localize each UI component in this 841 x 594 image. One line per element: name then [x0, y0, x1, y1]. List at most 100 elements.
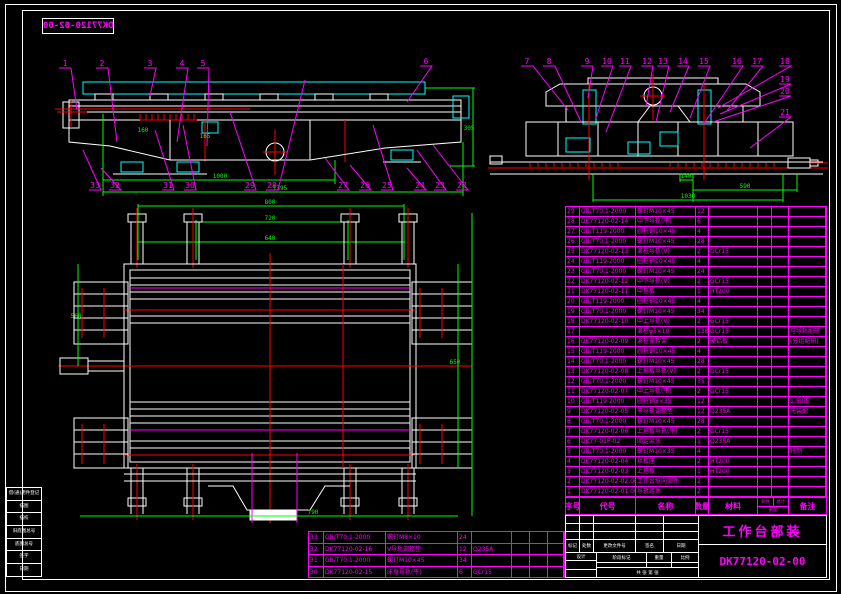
- dim-label: 640: [265, 235, 276, 242]
- balloon-9: 9: [585, 57, 590, 66]
- revision-row: [566, 516, 698, 524]
- balloon-20: 20: [780, 87, 790, 96]
- title-block-stage: 阶段标记 重量 比例 共 张 第 张: [597, 553, 698, 577]
- table-row: 28 DK77120-02-14 中下导轨(平) 6: [566, 217, 826, 227]
- table-row: 16 DK77120-02-09 滚柱保持架 2 硬铝板 (分组配研): [566, 337, 826, 347]
- balloon-leader: [669, 65, 690, 113]
- dim-label: 140: [681, 173, 692, 180]
- side-balloons-top: 7 8 9 10 11 12 13 14 15 16 17: [521, 57, 765, 133]
- bom-extra-table: 33 GB/T70.1-2000 螺钉M8×10 24 32 DK77120-02-16 V…: [308, 531, 565, 578]
- bom-header-total: 总计: [776, 499, 786, 505]
- balloon-32: 32: [110, 181, 120, 190]
- sheet-count: 共 张 第 张: [636, 570, 659, 576]
- label-change-doc: 更改文件号: [594, 540, 636, 552]
- table-row: 9 DK77120-02-05 平导轨调整垫 12 Q235A 先装配: [566, 407, 826, 417]
- balloon-4: 4: [180, 59, 185, 68]
- table-row: 签字: [7, 551, 41, 565]
- balloon-leader: [702, 65, 744, 126]
- balloon-leader: [595, 65, 614, 119]
- bom-header-row: 序号 代号 名称 数量 材料 单件 总计 重量 备注: [565, 497, 827, 515]
- table-row: 旧底图总号: [7, 526, 41, 539]
- bom-header-qty: 数量: [696, 498, 709, 514]
- balloon-16: 16: [732, 57, 742, 66]
- table-row: 25 DK77120-02-13 滚柱导轨(V) 2 GCr15: [566, 247, 826, 257]
- dim-label: 790: [308, 509, 319, 516]
- dim-label: 305: [464, 125, 475, 132]
- label-mark: 标记: [566, 540, 580, 552]
- balloon-leader: [521, 65, 569, 111]
- cad-viewport[interactable]: DK77120-02-00 1000 1395 305 160 165 1 2 …: [0, 0, 841, 594]
- balloon-leader: [725, 65, 765, 113]
- table-row: 2 DK77120-02-02.00 工作台纵向部件 2: [566, 477, 826, 487]
- label-weight: 重量: [647, 553, 672, 562]
- dim-label: 800: [265, 199, 276, 206]
- balloon-10: 10: [602, 57, 612, 66]
- label-scale: 比例: [680, 555, 690, 561]
- balloon-leader: [543, 65, 582, 123]
- table-row: 6 DK77-01P-02 固定梁头 1 Q235A: [566, 437, 826, 447]
- title-block-name-area: 工作台部装 DK77120-02-00: [699, 516, 826, 577]
- table-row: 借(通)用件登记: [7, 488, 41, 501]
- dim-label: 1030: [681, 193, 696, 200]
- balloon-13: 13: [658, 57, 668, 66]
- bom-header-no: 序号: [566, 498, 580, 514]
- balloon-leader: [229, 111, 257, 191]
- drawing-title: 工作台部装: [699, 516, 826, 545]
- balloon-leader: [641, 65, 654, 107]
- balloon-8: 8: [547, 57, 552, 66]
- revision-row: [566, 524, 698, 532]
- balloon-5: 5: [201, 59, 206, 68]
- table-row: 18 DK77120-02-10 中上导轨(V) 2 GCr15: [566, 317, 826, 327]
- label-stage-mark: 阶段标记: [597, 553, 647, 562]
- balloon-leader: [59, 67, 78, 111]
- table-row: 15 GB/T119-2000 圆柱销10×45 4: [566, 347, 826, 357]
- dim-label: 160: [138, 127, 149, 134]
- table-row: 11 DK77120-02-07 中上导轨(平) 2 GCr15: [566, 387, 826, 397]
- balloon-leader: [96, 67, 118, 143]
- view-front-elevation: 1000 1395 305 160 165 123456 33 32 31 30 29 2…: [55, 57, 475, 196]
- table-row: 23 GB/T70.1-2000 螺钉M10×45 24: [566, 267, 826, 277]
- table-row: 14 GB/T70.1-2000 螺钉M10×45 28: [566, 357, 826, 367]
- bom-header-material: 材料: [709, 498, 758, 514]
- mirrored-drawing-number-box: DK77120-02-00: [42, 18, 114, 34]
- mirrored-drawing-number: DK77120-02-00: [42, 21, 114, 31]
- table-row: 27 GB/T119-2000 圆柱销10×45 4: [566, 227, 826, 237]
- balloon-1: 1: [63, 59, 68, 68]
- label-signature: 签名: [636, 540, 664, 552]
- balloon-28: 28: [267, 181, 277, 190]
- table-row: 1 DK77120-02-01.00 导轨组件 2: [566, 487, 826, 497]
- table-row: 描图: [7, 501, 41, 514]
- bom-header-weight-group: 单件 总计 重量: [758, 498, 789, 514]
- dim-label: 720: [265, 215, 276, 222]
- revision-row: [566, 532, 698, 540]
- balloon-21: 21: [780, 108, 790, 117]
- table-row: 4 DK77120-02-04 丝杠座 2 HT200: [566, 457, 826, 467]
- dim-label: 1000: [213, 173, 228, 180]
- balloon-18: 18: [780, 57, 790, 66]
- dim-label: 560: [71, 313, 82, 320]
- balloon-leader: [266, 79, 306, 191]
- table-row: 30 DK77120-02-15 床身导轨(平) 6 GCr15: [309, 566, 564, 578]
- table-row: 8 GB/T70.1-2000 螺钉M10×45 28: [566, 417, 826, 427]
- title-block-revision-area: 标记 处数 更改文件号 签名 日期 设计 阶段标记 重量 比例 共 张 第 张: [566, 516, 699, 577]
- bom-header-weight: 重量: [768, 508, 778, 514]
- table-row: 33 GB/T70.1-2000 螺钉M8×10 24: [309, 532, 564, 544]
- label-date: 日期: [676, 544, 686, 549]
- revision-label-row: 标记 处数 更改文件号 签名 日期: [566, 540, 698, 553]
- table-row: 29 GB/T70.1-2000 螺钉M10×45 12: [566, 207, 826, 217]
- label-count: 处数: [580, 540, 594, 552]
- table-row: 17 滚柱φ5×10 138 GCr15 与导轨配研: [566, 327, 826, 337]
- table-row: 24 GB/T119-2000 圆柱销10×45 4: [566, 257, 826, 267]
- bom-header-name: 名称: [636, 498, 696, 514]
- balloon-leader: [406, 65, 433, 103]
- table-row: 12 GB/T70.1-2000 螺钉M10×45 35: [566, 377, 826, 387]
- table-row: 32 DK77120-02-16 V导轨调整垫 12 Q235A: [309, 543, 564, 555]
- table-row: 描校: [7, 513, 41, 527]
- balloon-30: 30: [185, 181, 195, 190]
- front-balloons-top: 1 2 3 4 5 6: [59, 57, 433, 147]
- table-row: 19 GB/T70.1-2000 螺钉M10×45 34: [566, 307, 826, 317]
- label-designer: 设计: [566, 553, 596, 562]
- table-row: 7 DK77120-02-06 上拖板导轨(平) 2 GCr15: [566, 427, 826, 437]
- dim-label: 165: [200, 133, 211, 140]
- table-row: 26 GB/T70.1-2000 螺钉M10×45 28: [566, 237, 826, 247]
